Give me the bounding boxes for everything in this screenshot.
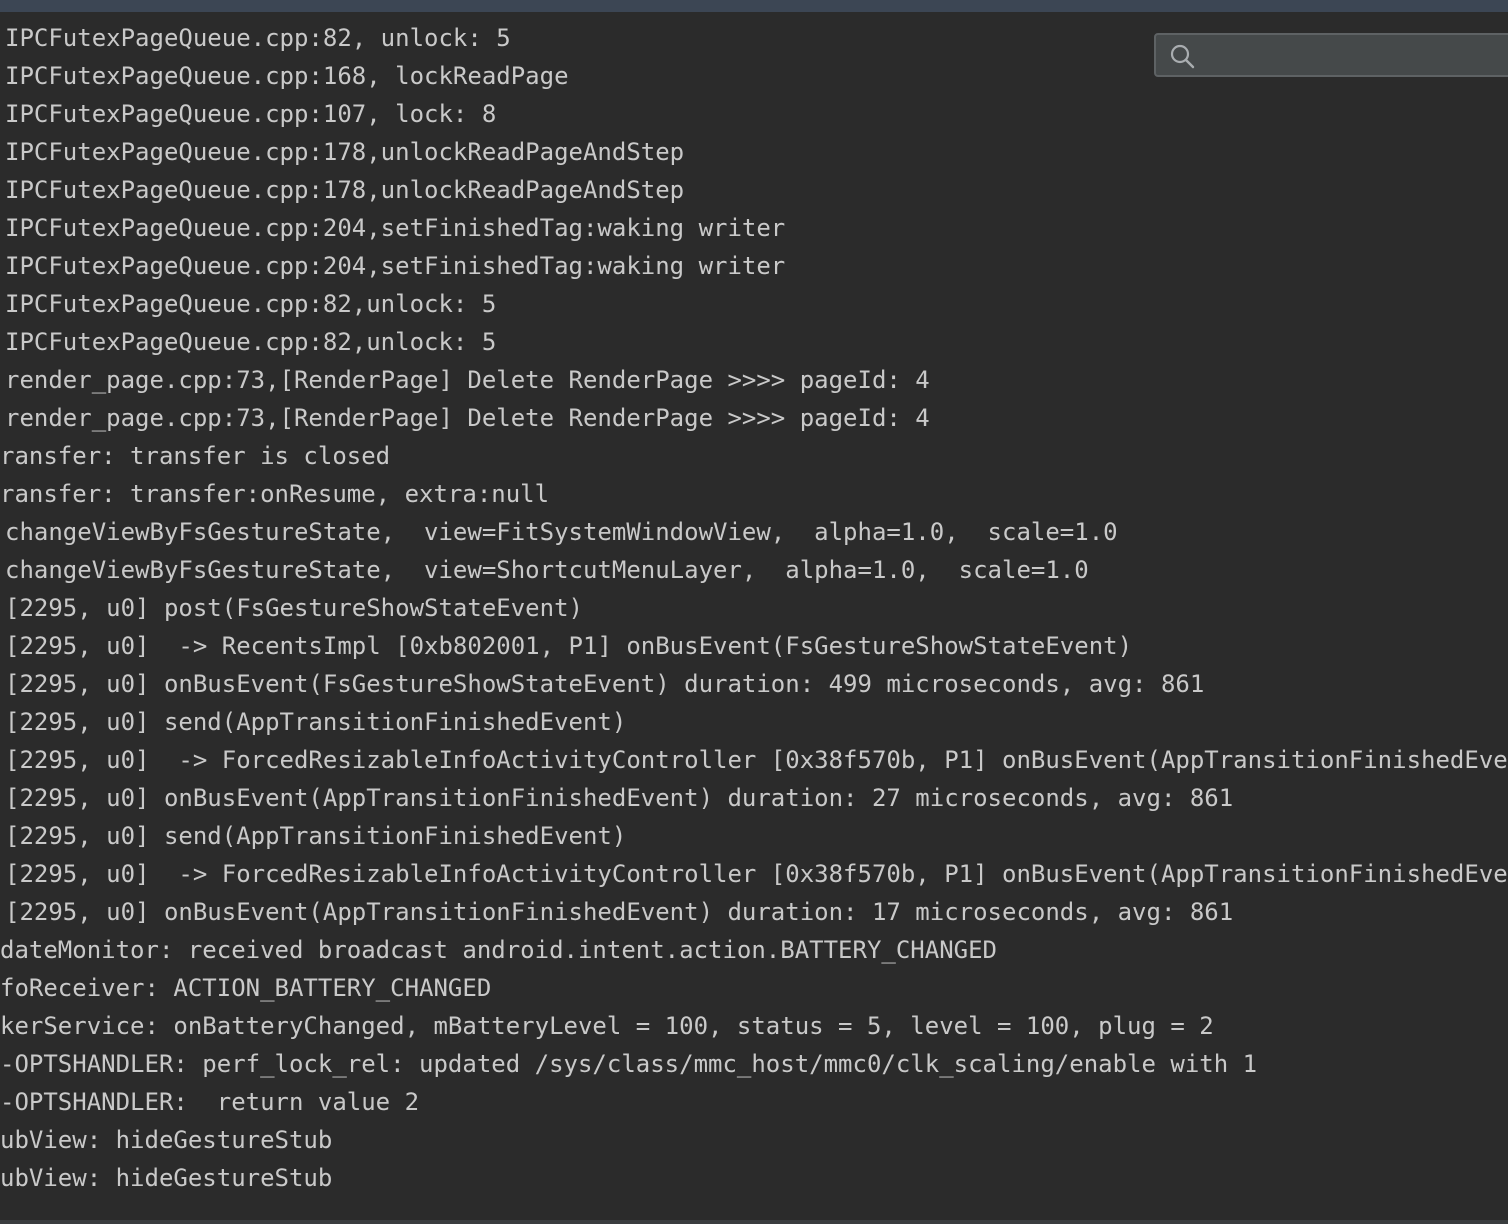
search-box[interactable] — [1154, 33, 1508, 77]
search-icon — [1169, 43, 1195, 69]
log-line[interactable]: ransfer: transfer is closed — [0, 437, 1508, 475]
log-line[interactable]: [2295, u0] -> RecentsImpl [0xb802001, P1… — [5, 627, 1508, 665]
log-line[interactable]: IPCFutexPageQueue.cpp:204,setFinishedTag… — [5, 209, 1508, 247]
log-line[interactable]: ubView: hideGestureStub — [0, 1121, 1508, 1159]
log-line[interactable]: IPCFutexPageQueue.cpp:178,unlockReadPage… — [5, 133, 1508, 171]
log-line[interactable]: ransfer: transfer:onResume, extra:null — [0, 475, 1508, 513]
log-line[interactable]: [2295, u0] onBusEvent(AppTransitionFinis… — [5, 893, 1508, 931]
logcat-output-panel[interactable]: IPCFutexPageQueue.cpp:82, unlock: 5 IPCF… — [0, 12, 1508, 1220]
search-input[interactable] — [1208, 39, 1508, 73]
log-line[interactable]: [2295, u0] -> ForcedResizableInfoActivit… — [5, 741, 1508, 779]
log-line[interactable]: [2295, u0] onBusEvent(FsGestureShowState… — [5, 665, 1508, 703]
title-bar — [0, 0, 1508, 12]
log-line[interactable]: [2295, u0] send(AppTransitionFinishedEve… — [5, 817, 1508, 855]
log-line[interactable]: -OPTSHANDLER: perf_lock_rel: updated /sy… — [0, 1045, 1508, 1083]
log-line[interactable]: -OPTSHANDLER: return value 2 — [0, 1083, 1508, 1121]
log-line[interactable]: changeViewByFsGestureState, view=Shortcu… — [5, 551, 1508, 589]
log-line[interactable]: IPCFutexPageQueue.cpp:204,setFinishedTag… — [5, 247, 1508, 285]
log-lines: IPCFutexPageQueue.cpp:82, unlock: 5 IPCF… — [0, 19, 1508, 1197]
log-line[interactable]: [2295, u0] send(AppTransitionFinishedEve… — [5, 703, 1508, 741]
log-line[interactable]: dateMonitor: received broadcast android.… — [0, 931, 1508, 969]
log-line[interactable]: changeViewByFsGestureState, view=FitSyst… — [5, 513, 1508, 551]
log-line[interactable]: IPCFutexPageQueue.cpp:82,unlock: 5 — [5, 323, 1508, 361]
log-line[interactable]: [2295, u0] post(FsGestureShowStateEvent) — [5, 589, 1508, 627]
log-line[interactable]: IPCFutexPageQueue.cpp:178,unlockReadPage… — [5, 171, 1508, 209]
log-line[interactable]: IPCFutexPageQueue.cpp:82,unlock: 5 — [5, 285, 1508, 323]
log-line[interactable]: [2295, u0] onBusEvent(AppTransitionFinis… — [5, 779, 1508, 817]
log-line[interactable]: IPCFutexPageQueue.cpp:107, lock: 8 — [5, 95, 1508, 133]
log-line[interactable]: render_page.cpp:73,[RenderPage] Delete R… — [5, 361, 1508, 399]
log-line[interactable]: kerService: onBatteryChanged, mBatteryLe… — [0, 1007, 1508, 1045]
log-line[interactable]: [2295, u0] -> ForcedResizableInfoActivit… — [5, 855, 1508, 893]
bottom-border — [0, 1220, 1508, 1224]
log-line[interactable]: render_page.cpp:73,[RenderPage] Delete R… — [5, 399, 1508, 437]
log-line[interactable]: ubView: hideGestureStub — [0, 1159, 1508, 1197]
log-line[interactable]: foReceiver: ACTION_BATTERY_CHANGED — [0, 969, 1508, 1007]
